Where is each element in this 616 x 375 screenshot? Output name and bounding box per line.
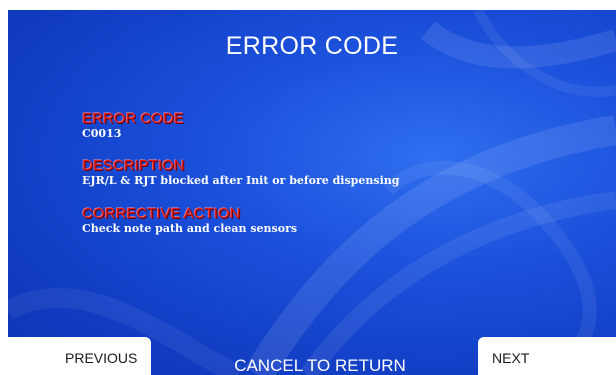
description-field: DESCRIPTION EJR/L & RJT blocked after In… <box>82 158 399 188</box>
description-label: DESCRIPTION <box>82 157 185 174</box>
background-swirl-graphic <box>8 10 616 375</box>
error-code-value: C0013 <box>82 127 122 140</box>
corrective-action-value: Check note path and clean sensors <box>82 222 298 235</box>
description-value: EJR/L & RJT blocked after Init or before… <box>82 174 400 187</box>
cancel-to-return-button[interactable]: CANCEL TO RETURN <box>210 356 430 375</box>
corrective-action-label: CORRECTIVE ACTION <box>82 205 241 222</box>
error-code-field: ERROR CODE C0013 <box>82 111 184 141</box>
atm-error-screen: ERROR CODE <box>8 10 616 375</box>
corrective-action-field: CORRECTIVE ACTION Check note path and cl… <box>82 206 297 236</box>
page-title: ERROR CODE <box>225 32 399 60</box>
next-button[interactable]: NEXT <box>478 337 616 375</box>
previous-button[interactable]: PREVIOUS <box>8 337 151 375</box>
previous-button-label: PREVIOUS <box>65 350 138 366</box>
next-button-label: NEXT <box>492 350 530 366</box>
error-code-label: ERROR CODE <box>82 110 184 127</box>
